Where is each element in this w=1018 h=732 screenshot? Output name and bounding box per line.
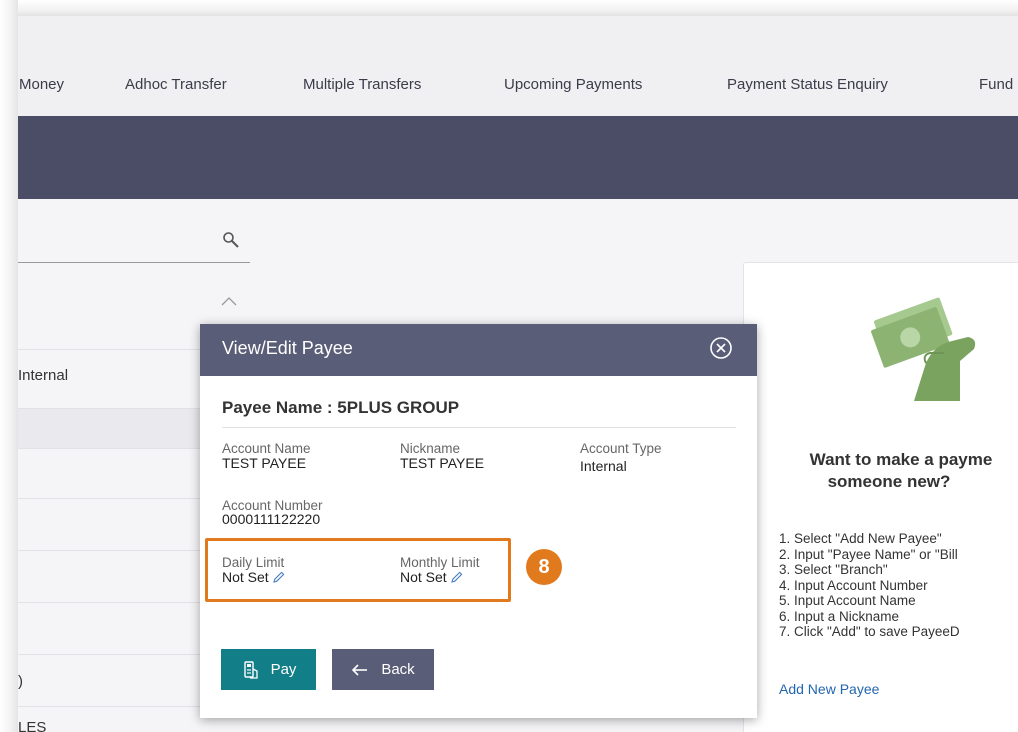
modal-title: View/Edit Payee — [222, 338, 353, 358]
account-number-value: 0000111122220 — [222, 511, 321, 527]
account-type-label: Account Type — [580, 441, 662, 456]
modal-divider — [222, 427, 736, 428]
daily-limit-text: Not Set — [222, 569, 269, 585]
monthly-limit-label: Monthly Limit — [400, 555, 480, 570]
add-new-payee-link[interactable]: Add New Payee — [779, 681, 879, 697]
nav-item-upcoming-payments[interactable]: Upcoming Payments — [504, 76, 642, 93]
nickname-label: Nickname — [400, 441, 461, 456]
list-item-label: LES — [18, 719, 47, 732]
pay-button-label: Pay — [270, 661, 297, 678]
close-icon[interactable] — [709, 336, 733, 360]
page-banner — [18, 116, 1018, 199]
pencil-icon[interactable] — [450, 571, 463, 583]
back-button[interactable]: Back — [332, 649, 434, 690]
pencil-icon[interactable] — [272, 571, 285, 583]
new-payee-card: Want to make a payme someone new? 1. Sel… — [743, 262, 1018, 732]
daily-limit-label: Daily Limit — [222, 555, 285, 570]
search-icon[interactable] — [222, 231, 240, 249]
nav-item-money[interactable]: Money — [19, 76, 64, 93]
window-frame-left — [0, 0, 18, 732]
nickname-value: TEST PAYEE — [400, 455, 485, 471]
main-nav: Money Adhoc Transfer Multiple Transfers … — [18, 54, 1018, 116]
money-hand-icon — [871, 297, 976, 401]
arrow-left-icon — [352, 663, 368, 676]
nav-item-multiple-transfers[interactable]: Multiple Transfers — [303, 76, 421, 93]
monthly-limit-value: Not Set — [400, 570, 463, 584]
modal-header: View/Edit Payee — [200, 324, 757, 376]
new-payee-heading: Want to make a payme someone new? — [809, 450, 993, 491]
account-name-label: Account Name — [222, 441, 311, 456]
nav-item-payment-status-enquiry[interactable]: Payment Status Enquiry — [727, 76, 888, 93]
account-name-value: TEST PAYEE — [222, 455, 307, 471]
step-callout-badge: 8 — [526, 549, 562, 585]
nav-item-adhoc-transfer[interactable]: Adhoc Transfer — [125, 76, 227, 93]
nav-item-fund[interactable]: Fund — [979, 76, 1013, 93]
view-edit-payee-modal: View/Edit Payee Payee Name : 5PLUS GROUP… — [200, 324, 757, 718]
search-input[interactable] — [18, 219, 250, 263]
new-payee-steps: 1. Select "Add New Payee" 2. Input "Paye… — [779, 531, 960, 639]
list-item-label: ) — [18, 673, 23, 690]
chevron-up-icon[interactable] — [220, 295, 238, 307]
list-item-label: Internal — [18, 367, 69, 384]
daily-limit-value: Not Set — [222, 570, 285, 584]
monthly-limit-text: Not Set — [400, 569, 447, 585]
back-button-label: Back — [381, 661, 415, 678]
pay-button[interactable]: Pay — [221, 649, 316, 690]
payment-icon — [243, 660, 258, 679]
window-frame-top — [0, 0, 1018, 16]
top-strip — [18, 16, 1018, 54]
account-type-value: Internal — [580, 458, 627, 474]
payee-name-heading: Payee Name : 5PLUS GROUP — [222, 398, 460, 417]
